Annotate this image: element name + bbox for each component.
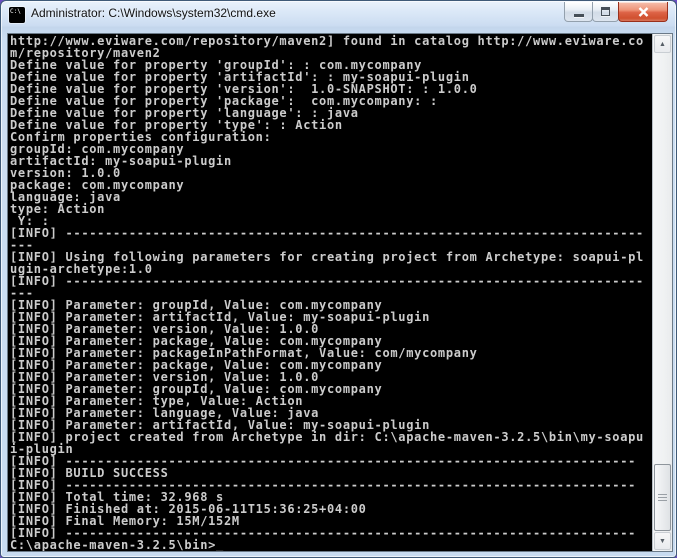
scrollbar-grip-icon xyxy=(658,493,667,502)
close-button[interactable] xyxy=(618,2,668,22)
window-title: Administrator: C:\Windows\system32\cmd.e… xyxy=(31,6,276,20)
titlebar[interactable]: C:\ Administrator: C:\Windows\system32\c… xyxy=(1,1,676,27)
minimize-button[interactable] xyxy=(564,2,593,22)
window-controls xyxy=(564,2,668,22)
console-output[interactable]: http://www.eviware.com/repository/maven2… xyxy=(8,34,652,551)
vertical-scrollbar[interactable]: ▲ ▼ xyxy=(652,34,672,551)
scroll-down-button[interactable]: ▼ xyxy=(654,532,671,550)
scroll-down-arrow-icon: ▼ xyxy=(659,537,666,545)
maximize-icon xyxy=(601,7,610,16)
scrollbar-thumb[interactable] xyxy=(654,464,671,531)
close-x-icon xyxy=(638,6,648,17)
minimize-icon xyxy=(573,13,584,17)
cmd-icon: C:\ xyxy=(9,7,25,23)
scroll-up-button[interactable]: ▲ xyxy=(654,35,671,53)
scroll-up-arrow-icon: ▲ xyxy=(659,40,666,48)
maximize-button[interactable] xyxy=(592,2,619,22)
console-client-area: http://www.eviware.com/repository/maven2… xyxy=(7,33,673,552)
cmd-icon-text: C:\ xyxy=(10,8,21,15)
cmd-window: C:\ Administrator: C:\Windows\system32\c… xyxy=(0,0,677,558)
